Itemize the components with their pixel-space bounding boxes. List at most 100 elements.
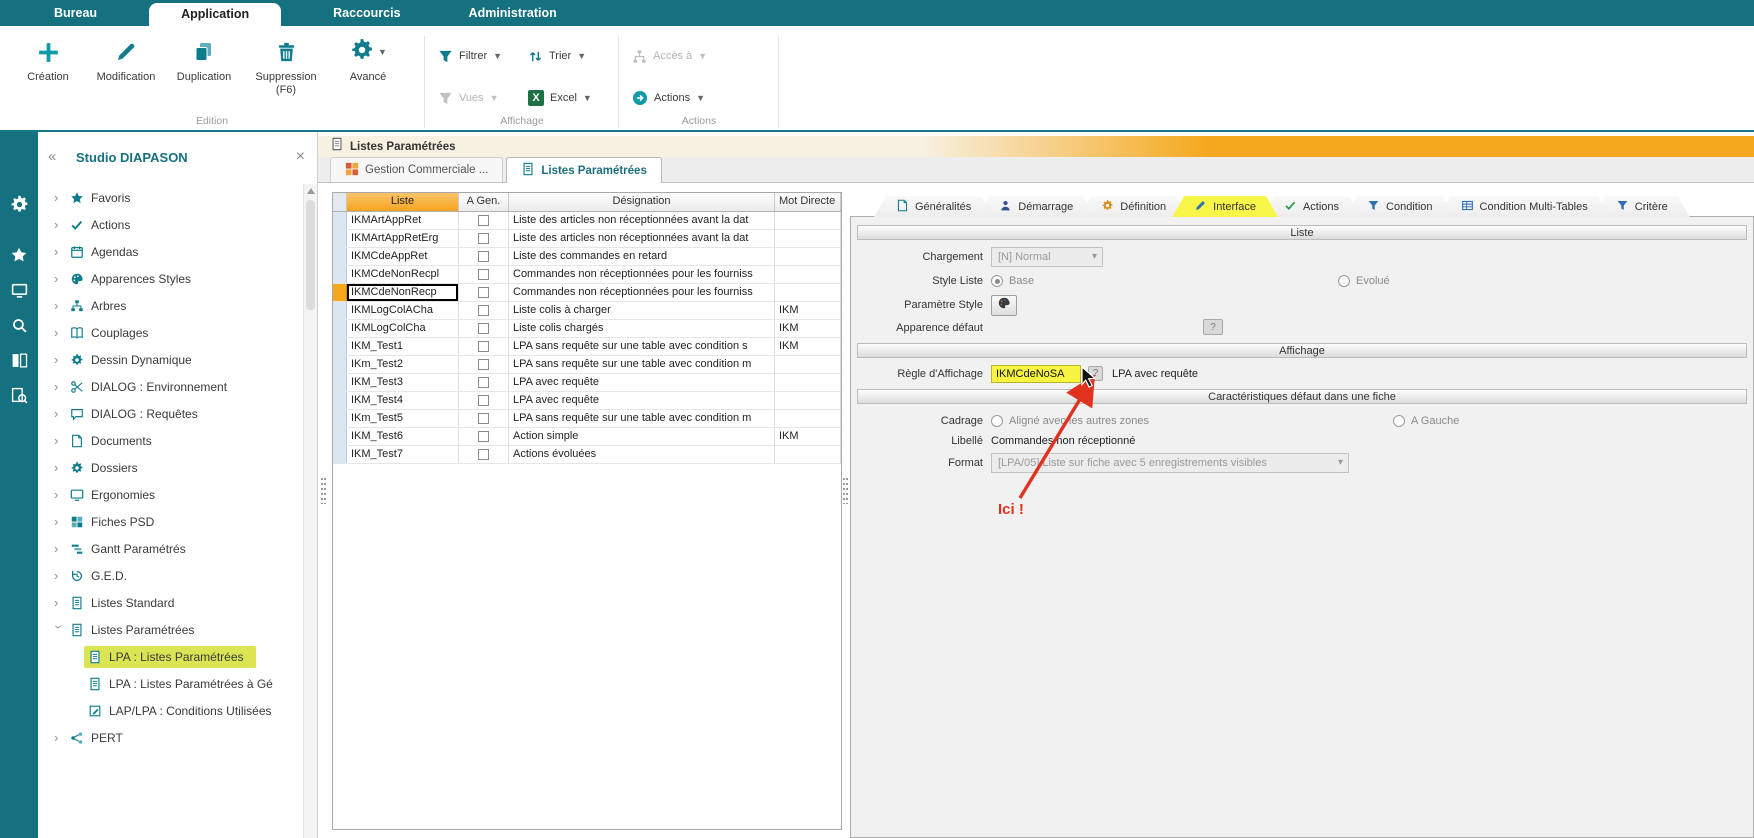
cell-a-gen[interactable]	[459, 230, 509, 247]
cell-mot-directeur[interactable]	[775, 392, 841, 409]
tree-item-lpa-listes-parametrees-a-ge[interactable]: ›LPA : Listes Paramétrées à Gé	[38, 670, 303, 697]
cell-designation[interactable]: Commandes non réceptionnées pour les fou…	[509, 266, 775, 283]
tree-item-agendas[interactable]: ›Agendas	[38, 238, 303, 265]
table-row[interactable]: IKMCdeAppRetListe des commandes en retar…	[333, 248, 841, 266]
scrollbar-thumb[interactable]	[306, 200, 315, 310]
vues-button[interactable]: Vues▼	[438, 86, 499, 110]
tree-item-arbres[interactable]: ›Arbres	[38, 292, 303, 319]
detail-tab-condition-multi-tables[interactable]: Condition Multi-Tables	[1439, 196, 1610, 217]
row-selector[interactable]	[333, 248, 347, 265]
avance-button[interactable]: ▼ Avancé	[330, 36, 406, 97]
table-row[interactable]: IKMArtAppRetListe des articles non récep…	[333, 212, 841, 230]
cell-designation[interactable]: LPA avec requête	[509, 374, 775, 391]
cell-mot-directeur[interactable]	[775, 446, 841, 463]
search-document-icon[interactable]	[0, 387, 38, 404]
trier-button[interactable]: Trier▼	[528, 44, 586, 68]
column-header-liste[interactable]: Liste	[347, 193, 459, 211]
tree-item-fiches-psd[interactable]: ›Fiches PSD	[38, 508, 303, 535]
cell-a-gen[interactable]	[459, 212, 509, 229]
cell-a-gen[interactable]	[459, 284, 509, 301]
cell-liste[interactable]: IKm_Test5	[347, 410, 459, 427]
menu-tab-raccourcis[interactable]: Raccourcis	[317, 0, 416, 26]
table-row[interactable]: IKMLogColChaListe colis chargésIKM	[333, 320, 841, 338]
tree-item-dialog-requetes[interactable]: ›DIALOG : Requêtes	[38, 400, 303, 427]
tree-item-dossiers[interactable]: ›Dossiers	[38, 454, 303, 481]
detail-tab-demarrage[interactable]: Démarrage	[977, 196, 1095, 217]
detail-tab-critere[interactable]: Critère	[1594, 196, 1690, 217]
cell-designation[interactable]: Commandes non réceptionnées pour les fou…	[509, 284, 775, 301]
column-header-designation[interactable]: Désignation	[509, 193, 775, 211]
parametre-style-button[interactable]	[991, 295, 1017, 316]
cell-designation[interactable]: LPA sans requête sur une table avec cond…	[509, 338, 775, 355]
apparence-defaut-button[interactable]: ?	[1203, 319, 1223, 335]
cell-a-gen[interactable]	[459, 338, 509, 355]
cell-designation[interactable]: Liste colis à charger	[509, 302, 775, 319]
table-row[interactable]: IKM_Test6 Action simpleIKM	[333, 428, 841, 446]
row-selector[interactable]	[333, 302, 347, 319]
checkbox[interactable]	[478, 233, 489, 244]
row-selector[interactable]	[333, 392, 347, 409]
row-selector[interactable]	[333, 374, 347, 391]
cell-liste[interactable]: IKM_Test4	[347, 392, 459, 409]
cell-liste[interactable]: IKMCdeAppRet	[347, 248, 459, 265]
cell-designation[interactable]: LPA avec requête	[509, 392, 775, 409]
cell-mot-directeur[interactable]	[775, 266, 841, 283]
checkbox[interactable]	[478, 341, 489, 352]
cell-mot-directeur[interactable]: IKM	[775, 302, 841, 319]
actions-button[interactable]: Actions▼	[632, 86, 705, 110]
cell-mot-directeur[interactable]	[775, 212, 841, 229]
cell-liste[interactable]: IKm_Test2	[347, 356, 459, 373]
cell-a-gen[interactable]	[459, 302, 509, 319]
left-splitter-grip[interactable]	[321, 478, 325, 504]
checkbox[interactable]	[478, 215, 489, 226]
table-row[interactable]: IKM_Test7Actions évoluées	[333, 446, 841, 464]
tree-item-listes-standard[interactable]: ›Listes Standard	[38, 589, 303, 616]
cell-liste[interactable]: IKM_Test6	[347, 428, 459, 445]
duplication-button[interactable]: Duplication	[166, 36, 242, 97]
checkbox[interactable]	[478, 449, 489, 460]
tree-item-ergonomies[interactable]: ›Ergonomies	[38, 481, 303, 508]
row-selector[interactable]	[333, 428, 347, 445]
tree-item-lap-lpa-conditions-utilisees[interactable]: ›LAP/LPA : Conditions Utilisées	[38, 697, 303, 724]
style-base-radio[interactable]: Base	[991, 274, 1034, 288]
filtrer-button[interactable]: Filtrer▼	[438, 44, 502, 68]
menu-tab-administration[interactable]: Administration	[453, 0, 573, 26]
cell-liste[interactable]: IKMCdeNonRecpl	[347, 266, 459, 283]
detail-tab-generalites[interactable]: Généralités	[874, 196, 993, 217]
cell-mot-directeur[interactable]: IKM	[775, 428, 841, 445]
cell-liste[interactable]: IKM_Test1	[347, 338, 459, 355]
tree-item-listes-parametrees[interactable]: ›Listes Paramétrées	[38, 616, 303, 643]
cell-a-gen[interactable]	[459, 248, 509, 265]
checkbox[interactable]	[478, 323, 489, 334]
tree-item-pert[interactable]: ›PERT	[38, 724, 303, 751]
column-header-mot-directe[interactable]: Mot Directe	[775, 193, 841, 211]
checkbox[interactable]	[478, 413, 489, 424]
row-selector[interactable]	[333, 410, 347, 427]
checkbox[interactable]	[478, 377, 489, 388]
format-select[interactable]: [LPA/05] Liste sur fiche avec 5 enregist…	[991, 453, 1349, 473]
table-row[interactable]: IKm_Test2LPA sans requête sur une table …	[333, 356, 841, 374]
tree-item-favoris[interactable]: ›Favoris	[38, 184, 303, 211]
cell-a-gen[interactable]	[459, 374, 509, 391]
table-row[interactable]: IKM_Test3LPA avec requête	[333, 374, 841, 392]
document-tab-listes-parametrees[interactable]: Listes Paramétrées	[506, 157, 661, 183]
tree-item-documents[interactable]: ›Documents	[38, 427, 303, 454]
cell-mot-directeur[interactable]	[775, 248, 841, 265]
checkbox[interactable]	[478, 305, 489, 316]
row-selector[interactable]	[333, 230, 347, 247]
regle-affichage-help-button[interactable]: ?	[1088, 366, 1103, 381]
tree-item-dessin-dynamique[interactable]: ›Dessin Dynamique	[38, 346, 303, 373]
cell-mot-directeur[interactable]	[775, 284, 841, 301]
cell-a-gen[interactable]	[459, 428, 509, 445]
cell-a-gen[interactable]	[459, 320, 509, 337]
row-selector[interactable]	[333, 446, 347, 463]
cell-designation[interactable]: Action simple	[509, 428, 775, 445]
tree-item-dialog-environnement[interactable]: ›DIALOG : Environnement	[38, 373, 303, 400]
tree-item-gantt-parametres[interactable]: ›Gantt Paramétrés	[38, 535, 303, 562]
chargement-select[interactable]: [N] Normal	[991, 247, 1103, 267]
menu-tab-bureau[interactable]: Bureau	[38, 0, 113, 26]
table-row[interactable]: IKm_Test5LPA sans requête sur une table …	[333, 410, 841, 428]
table-row[interactable]: IKM_Test1 LPA sans requête sur une table …	[333, 338, 841, 356]
cell-liste[interactable]: IKMLogColCha	[347, 320, 459, 337]
cell-liste[interactable]: IKMLogColACha	[347, 302, 459, 319]
